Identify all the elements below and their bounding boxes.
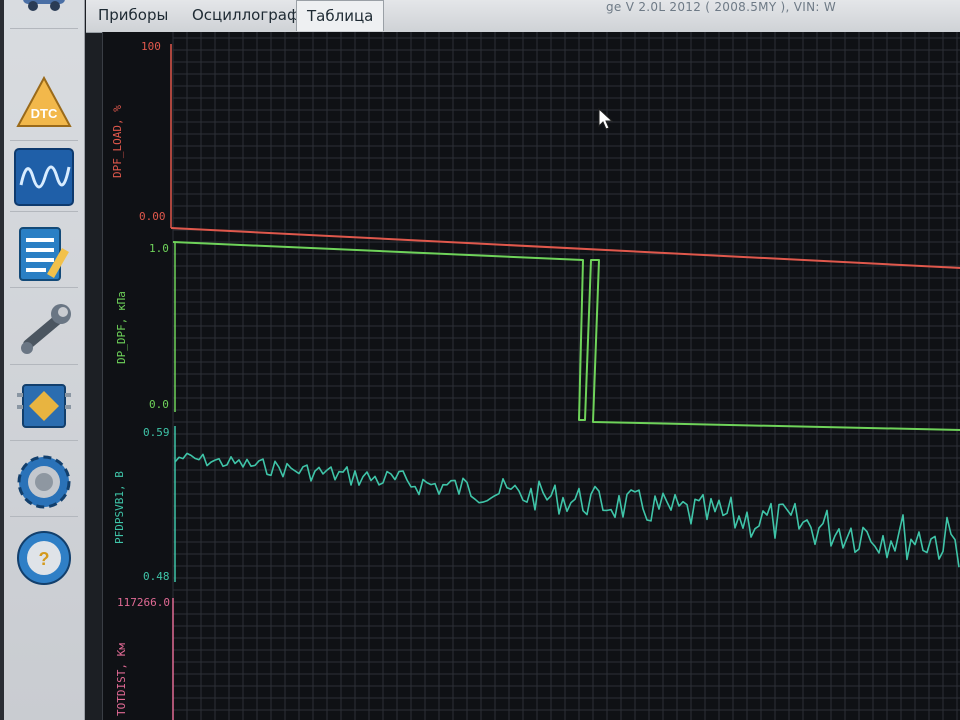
chip-icon (17, 384, 71, 428)
tab-gauges[interactable]: Приборы (88, 0, 178, 30)
gear-icon (17, 455, 71, 509)
toolbar-dtc-button[interactable]: DTC (10, 64, 78, 141)
wrench-icon (21, 304, 71, 354)
channel-4-name: TOTDIST, Км (115, 643, 128, 716)
svg-text:?: ? (39, 549, 50, 569)
left-toolbar: DTC ? (4, 0, 85, 720)
channel-2-min: 0.0 (149, 398, 169, 411)
toolbar-settings-button[interactable] (10, 448, 78, 517)
channel-1-max: 100 (141, 40, 161, 53)
channel-1-min: 0.00 (139, 210, 166, 223)
tab-table[interactable]: Таблица (296, 0, 385, 31)
scope-traces (170, 227, 960, 568)
steering-wheel-icon: ? (17, 531, 71, 585)
channel-2-max: 1.0 (149, 242, 169, 255)
toolbar-wrench-button[interactable] (10, 296, 78, 365)
channel-4-max: 117266.0 (117, 596, 170, 609)
toolbar-car-button[interactable] (10, 0, 78, 29)
channel-3-trace (174, 452, 960, 568)
tab-oscilloscope[interactable]: Осциллограф (182, 0, 310, 30)
channel-2-trace (172, 241, 960, 431)
toolbar-help-button[interactable]: ? (10, 524, 78, 592)
dtc-label: DTC (31, 106, 58, 121)
channel-3-max: 0.59 (143, 426, 170, 439)
mouse-pointer-icon (598, 108, 614, 130)
toolbar-chip-button[interactable] (10, 372, 78, 441)
car-icon (23, 0, 65, 11)
toolbar-checklist-button[interactable] (10, 219, 78, 288)
window-title: ge V 2.0L 2012 ( 2008.5MY ), VIN: W (606, 0, 837, 14)
dtc-warning-icon: DTC (16, 75, 72, 127)
oscilloscope-icon (14, 148, 74, 206)
checklist-icon (19, 227, 69, 281)
channel-2-name: DP_DPF, кПа (115, 291, 128, 364)
oscilloscope-panel: 100 0.00 DPF_LOAD, % 1.0 0.0 DP_DPF, кПа… (102, 32, 960, 720)
tab-strip: Приборы Осциллограф Таблица ge V 2.0L 20… (86, 0, 960, 33)
channel-3-name: PFDPSVB1, В (113, 471, 126, 544)
channel-1-name: DPF_LOAD, % (111, 105, 124, 178)
channel-3-min: 0.48 (143, 570, 170, 583)
toolbar-oscilloscope-button[interactable] (10, 143, 78, 212)
